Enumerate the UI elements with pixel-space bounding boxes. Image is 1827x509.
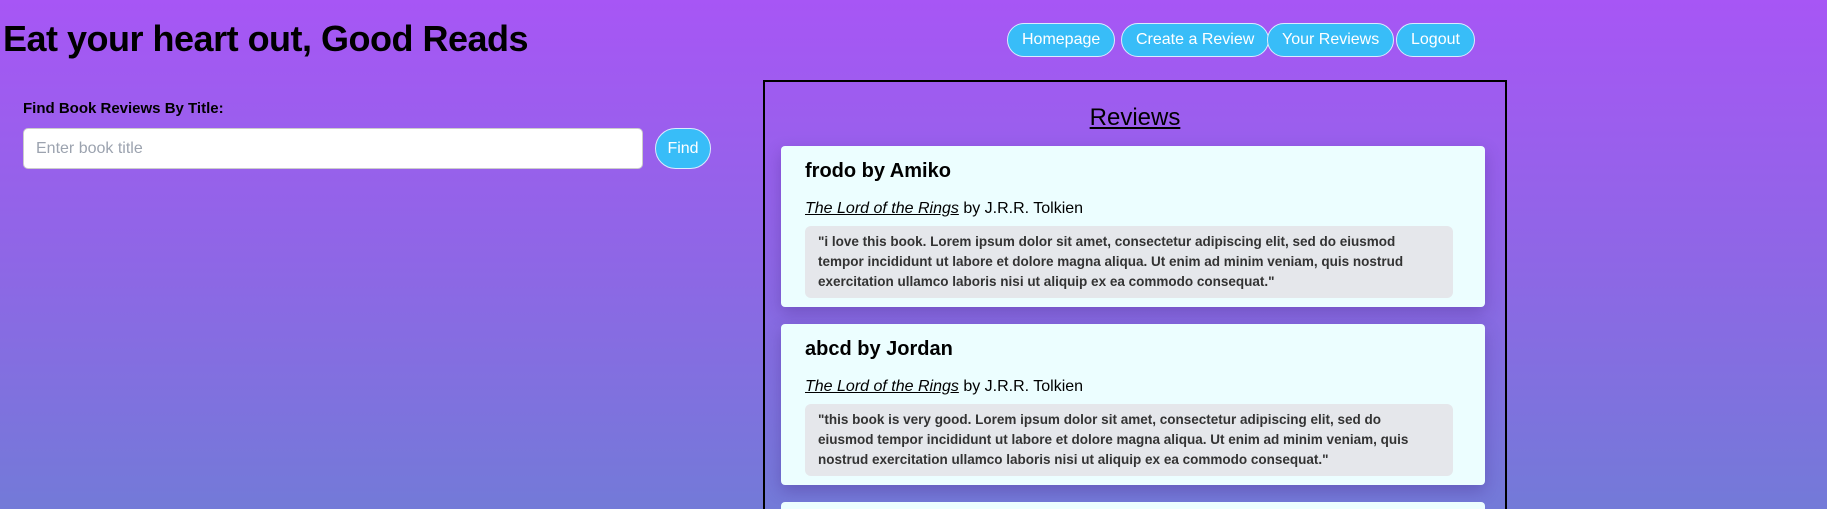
review-text: "this book is very good. Lorem ipsum dol… xyxy=(805,404,1453,476)
nav-homepage-button[interactable]: Homepage xyxy=(1007,23,1116,57)
reviews-panel[interactable]: Reviews frodo by Amiko The Lord of the R… xyxy=(763,80,1507,509)
search-label: Find Book Reviews By Title: xyxy=(23,100,224,117)
review-book: The Lord of the Rings by J.R.R. Tolkien xyxy=(805,200,1461,218)
nav-your-reviews-button[interactable]: Your Reviews xyxy=(1267,23,1395,57)
book-title-link[interactable]: The Lord of the Rings xyxy=(805,200,959,217)
nav-logout-button[interactable]: Logout xyxy=(1396,23,1475,57)
review-text: "i love this book. Lorem ipsum dolor sit… xyxy=(805,226,1453,298)
review-book: The Lord of the Rings by J.R.R. Tolkien xyxy=(805,378,1461,396)
review-heading: frodo by Amiko xyxy=(805,160,951,182)
nav-create-review-button[interactable]: Create a Review xyxy=(1121,23,1270,57)
book-author: by J.R.R. Tolkien xyxy=(963,200,1084,217)
review-heading: abcd by Jordan xyxy=(805,338,953,360)
reviews-heading: Reviews xyxy=(1089,104,1181,131)
review-card: abcd by Jordan The Lord of the Rings by … xyxy=(781,324,1485,485)
find-button[interactable]: Find xyxy=(655,128,711,169)
review-card-partial xyxy=(781,502,1485,509)
review-card: frodo by Amiko The Lord of the Rings by … xyxy=(781,146,1485,307)
search-input[interactable] xyxy=(23,128,643,169)
book-title-link[interactable]: The Lord of the Rings xyxy=(805,378,959,395)
page-title: Eat your heart out, Good Reads xyxy=(3,18,529,59)
book-author: by J.R.R. Tolkien xyxy=(963,378,1084,395)
